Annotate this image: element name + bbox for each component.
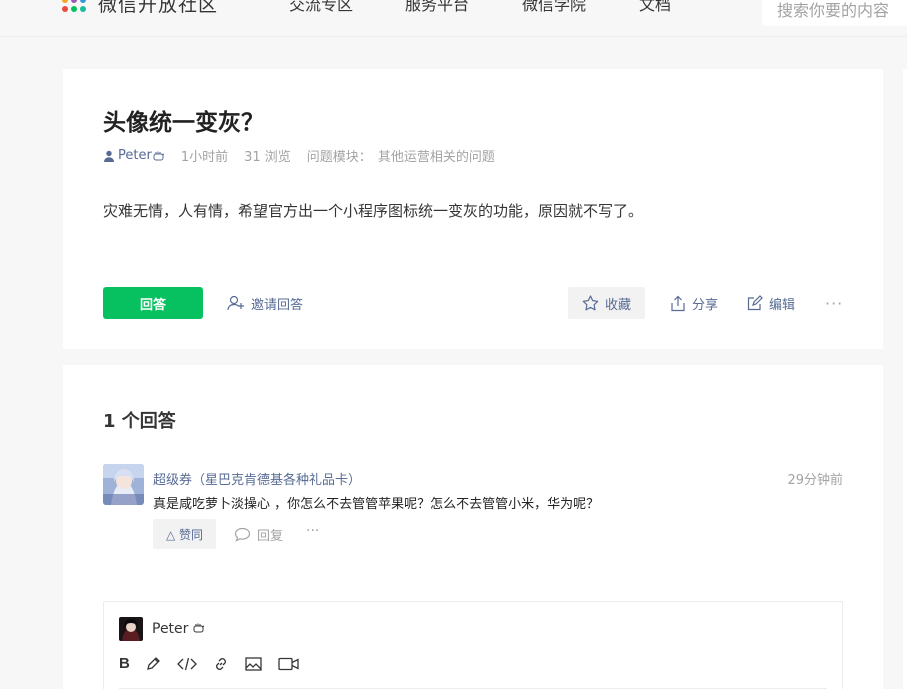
code-button[interactable] xyxy=(176,657,197,671)
answer-more-button[interactable]: ··· xyxy=(306,523,319,539)
question-module[interactable]: 其他运营相关的问题 xyxy=(378,146,495,165)
answer-button[interactable]: 回答 xyxy=(103,287,203,319)
reply-editor[interactable]: Peter B xyxy=(103,601,843,689)
share-icon xyxy=(671,295,685,311)
answer-count: 1 个回答 xyxy=(103,411,176,432)
favorite-label: 收藏 xyxy=(604,297,631,313)
like-button[interactable]: △ 赞同 xyxy=(153,519,216,549)
logo-text: 微信开放社区 xyxy=(98,0,219,16)
search-input[interactable]: 搜索你要的内容 xyxy=(762,0,907,26)
add-user-icon xyxy=(227,295,244,311)
editor-username-text: Peter xyxy=(152,621,189,637)
image-icon xyxy=(245,656,262,671)
edit-button[interactable]: 编辑 xyxy=(747,287,795,319)
nav-link-community[interactable]: 交流专区 xyxy=(289,0,353,15)
link-button[interactable] xyxy=(213,656,229,672)
nav-link-services[interactable]: 服务平台 xyxy=(405,0,469,15)
pen-icon xyxy=(146,657,160,670)
question-title: 头像统一变灰？ xyxy=(103,110,264,136)
anime-avatar-image xyxy=(103,464,144,505)
share-label: 分享 xyxy=(692,297,719,313)
comment-icon xyxy=(234,527,251,542)
answers-card: 1 个回答 超级券（星巴克肯德基各种礼品卡） 29分钟前 真是咸吃萝卜淡操心 ，… xyxy=(63,365,883,689)
top-navigation: 微信开放社区 交流专区 服务平台 微信学院 文档 搜索你要的内容 xyxy=(0,0,907,37)
question-meta: Peter 1小时前 31 浏览 问题模块： 其他运营相关的问题 xyxy=(103,146,495,165)
hand-badge-icon xyxy=(153,151,165,160)
image-button[interactable] xyxy=(245,656,262,671)
share-button[interactable]: 分享 xyxy=(670,287,718,319)
link-icon xyxy=(215,657,226,670)
editor-avatar xyxy=(119,617,143,641)
reply-label: 回复 xyxy=(257,528,284,544)
question-views: 31 浏览 xyxy=(244,150,291,165)
answer-text: 真是咸吃萝卜淡操心 ，你怎么不去管管苹果呢？怎么不去管管小米，华为呢？ xyxy=(153,497,600,512)
nav-link-docs[interactable]: 文档 xyxy=(639,0,671,15)
answer-author[interactable]: 超级券（星巴克肯德基各种礼品卡） xyxy=(153,469,361,488)
dark-avatar-image xyxy=(119,617,143,641)
favorite-button[interactable]: 收藏 xyxy=(568,287,645,319)
answer-avatar[interactable] xyxy=(103,464,144,505)
answer-time: 29分钟前 xyxy=(787,473,843,488)
code-icon xyxy=(176,657,197,670)
question-author[interactable]: Peter xyxy=(103,148,165,163)
question-body: 灾难无情，人有情，希望官方出一个小程序图标统一变灰的功能，原因就不写了。 xyxy=(103,202,644,220)
question-module-label: 问题模块： xyxy=(306,150,372,165)
nav-link-academy[interactable]: 微信学院 xyxy=(522,0,586,15)
invite-answer-button[interactable]: 邀请回答 xyxy=(227,287,303,319)
edit-label: 编辑 xyxy=(769,297,796,313)
author-name: Peter xyxy=(118,148,152,163)
site-logo[interactable]: 微信开放社区 xyxy=(62,0,218,17)
star-icon xyxy=(582,295,599,311)
question-time: 1小时前 xyxy=(180,150,229,165)
logo-icon xyxy=(62,0,88,13)
bold-button[interactable]: B xyxy=(119,655,130,672)
edit-icon xyxy=(747,295,763,311)
right-panel-edge xyxy=(903,69,907,689)
invite-label: 邀请回答 xyxy=(251,297,304,313)
video-button[interactable] xyxy=(278,657,299,671)
user-icon xyxy=(104,150,114,162)
question-card: 头像统一变灰？ Peter 1小时前 31 浏览 问题模块： 其他运营相关的问题… xyxy=(63,69,883,349)
editor-toolbar: B xyxy=(119,655,315,672)
hand-badge-icon xyxy=(193,623,205,633)
editor-username: Peter xyxy=(152,621,205,637)
video-icon xyxy=(278,657,299,670)
reply-button[interactable]: 回复 xyxy=(234,519,283,549)
highlight-button[interactable] xyxy=(146,656,161,671)
more-actions-button[interactable]: ··· xyxy=(825,287,843,319)
